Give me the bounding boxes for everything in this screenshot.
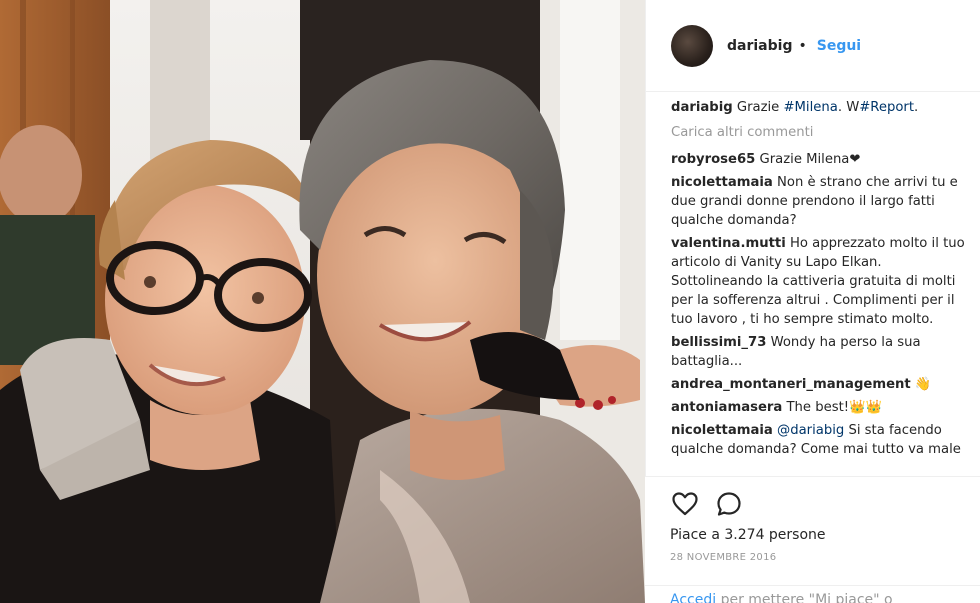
- comment-username[interactable]: valentina.mutti: [671, 236, 786, 251]
- post-actions: Piace a 3.274 persone 28 NOVEMBRE 2016 A…: [645, 476, 980, 603]
- follow-button[interactable]: Segui: [817, 38, 861, 54]
- comment-text: 👋: [914, 377, 932, 392]
- mention-link[interactable]: @dariabig: [777, 423, 844, 438]
- load-more-comments-button[interactable]: Carica altri commenti: [671, 123, 971, 142]
- post-photo[interactable]: [0, 0, 645, 603]
- comment-username[interactable]: bellissimi_73: [671, 335, 766, 350]
- login-prompt: Accedi per mettere "Mi piace" o: [645, 585, 980, 603]
- comment-item: nicolettamaia @dariabig Si sta facendo q…: [671, 421, 971, 459]
- header-separator: •: [798, 37, 807, 54]
- caption-username[interactable]: dariabig: [671, 100, 733, 115]
- author-username[interactable]: dariabig: [727, 38, 792, 54]
- login-prompt-text: per mettere "Mi piace" o: [716, 592, 893, 603]
- comment-item: valentina.mutti Ho apprezzato molto il t…: [671, 234, 971, 329]
- hashtag-link[interactable]: #Report: [859, 100, 914, 115]
- caption: dariabig Grazie #Milena. W#Report.: [671, 98, 971, 117]
- comment-item: andrea_montaneri_management 👋: [671, 375, 971, 394]
- caption-text-middle: . W: [837, 100, 860, 115]
- comment-item: antoniamasera The best!👑👑: [671, 398, 971, 417]
- comment-username[interactable]: antoniamasera: [671, 400, 782, 415]
- caption-text-after: .: [914, 100, 919, 115]
- hashtag-link[interactable]: #Milena: [784, 100, 838, 115]
- comment-text: The best!👑👑: [786, 400, 882, 415]
- comment-username[interactable]: nicolettamaia: [671, 175, 773, 190]
- comment-username[interactable]: andrea_montaneri_management: [671, 377, 911, 392]
- comment-username[interactable]: nicolettamaia: [671, 423, 773, 438]
- caption-text-before: Grazie: [736, 100, 784, 115]
- likes-count[interactable]: Piace a 3.274 persone: [670, 527, 980, 543]
- comments-list[interactable]: dariabig Grazie #Milena. W#Report. Caric…: [671, 98, 971, 476]
- comment-item: bellissimi_73 Wondy ha perso la sua batt…: [671, 333, 971, 371]
- heart-icon: [672, 492, 698, 516]
- comment-button[interactable]: [714, 489, 744, 519]
- like-button[interactable]: [670, 489, 700, 519]
- comment-icon: [717, 492, 741, 516]
- login-link[interactable]: Accedi: [670, 592, 716, 603]
- post-header: dariabig • Segui: [646, 0, 980, 92]
- comment-text: Grazie Milena❤: [759, 152, 861, 167]
- comment-item: robyrose65 Grazie Milena❤: [671, 150, 971, 169]
- action-icons: [670, 481, 980, 527]
- comment-username[interactable]: robyrose65: [671, 152, 755, 167]
- comment-item: nicolettamaia Non è strano che arrivi tu…: [671, 173, 971, 230]
- photo-illustration: [0, 0, 645, 603]
- post-date: 28 NOVEMBRE 2016: [670, 552, 777, 563]
- avatar[interactable]: [671, 24, 713, 67]
